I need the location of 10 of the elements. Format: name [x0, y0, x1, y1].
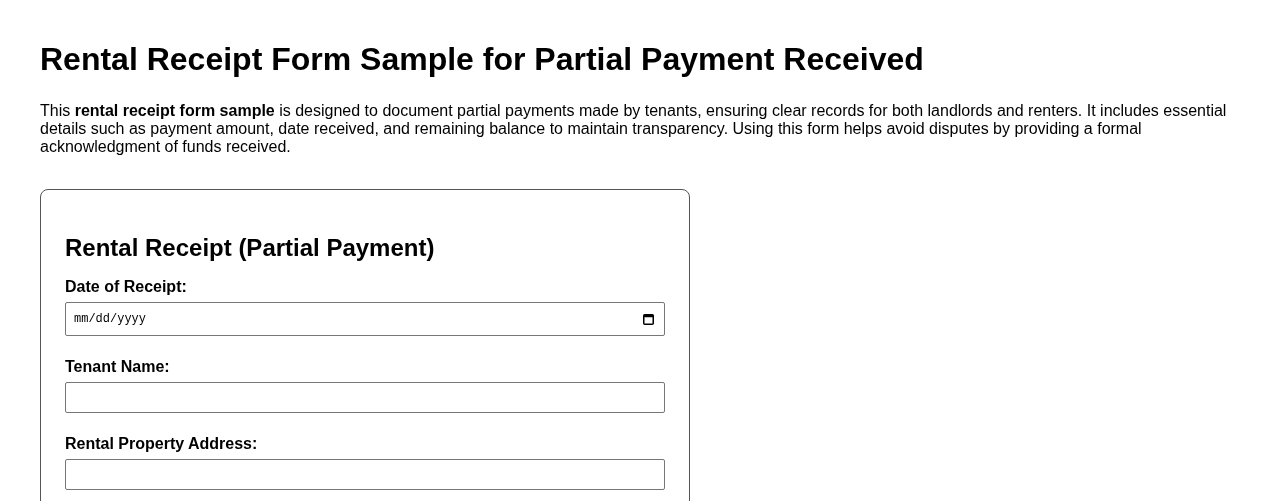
text-field[interactable] [65, 459, 665, 490]
page-title: Rental Receipt Form Sample for Partial Payment Received [40, 41, 925, 78]
field-label: Date of Receipt: [65, 278, 188, 296]
text-field[interactable] [65, 382, 665, 413]
form-title: Rental Receipt (Partial Payment) [65, 234, 436, 262]
field-label: Rental Property Address: [65, 435, 259, 453]
field-label: Tenant Name: [65, 358, 171, 376]
calendar-icon[interactable] [643, 313, 654, 325]
intro-paragraph: This rental receipt form sample is designed to document partial payments made by tenants, ensuring clear records for both landlords and renters. It includes essential details such as payment amount, date received, and remaining balance to maintain transparency. Using this form helps avoid disputes by providing a formal acknowledgment of funds received. [40, 102, 1228, 156]
date-field[interactable]: mm/dd/yyyy [65, 302, 665, 336]
